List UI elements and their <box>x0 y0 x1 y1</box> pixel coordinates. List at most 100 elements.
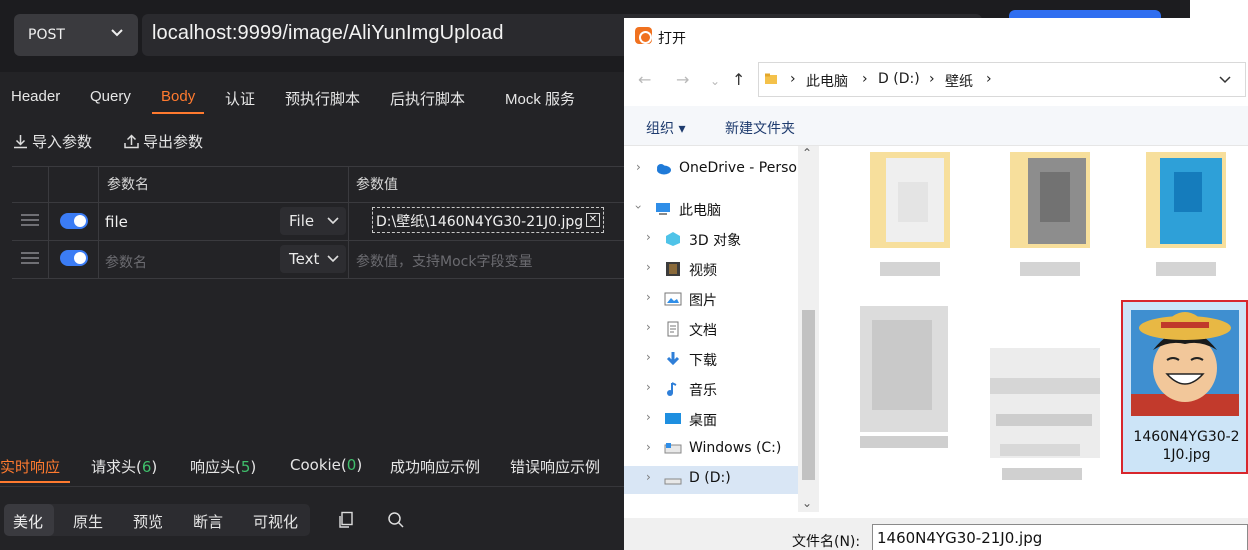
tab-error-example[interactable]: 错误响应示例 <box>510 456 600 477</box>
tab-auth[interactable]: 认证 <box>225 88 255 109</box>
drag-handle-icon[interactable] <box>21 252 39 264</box>
tree-item-label: 文档 <box>689 323 717 339</box>
new-folder-button[interactable]: 新建文件夹 <box>725 118 795 138</box>
recent-chevron-icon[interactable]: ⌄ <box>710 74 720 88</box>
breadcrumb-separator-icon: › <box>862 71 868 87</box>
tree-item-this-pc[interactable]: › 此电脑 <box>624 196 798 224</box>
drag-handle-icon[interactable] <box>21 214 39 226</box>
tab-request-headers[interactable]: 请求头(6) <box>91 456 157 477</box>
column-divider <box>48 166 49 278</box>
divider <box>0 486 624 487</box>
tree-item-drive-d[interactable]: › D (D:) <box>624 466 798 494</box>
selected-file-item[interactable]: 1460N4YG30-2 1J0.jpg <box>1121 300 1248 474</box>
param-name-input[interactable]: 参数名 <box>105 252 147 272</box>
document-icon <box>667 321 679 337</box>
expand-arrow-icon[interactable]: › <box>646 410 651 424</box>
desktop-icon <box>665 413 681 424</box>
breadcrumb-item[interactable]: D (D:) <box>878 71 920 87</box>
tree-item-pictures[interactable]: › 图片 <box>624 286 798 314</box>
column-divider <box>348 166 349 278</box>
view-pretty[interactable]: 美化 <box>13 511 43 532</box>
tab-response-headers[interactable]: 响应头(5) <box>190 456 256 477</box>
up-arrow-icon[interactable]: ↑ <box>732 70 745 89</box>
param-type-select[interactable]: Text <box>280 245 346 273</box>
tab-mock[interactable]: Mock 服务 <box>505 88 575 109</box>
tree-item-videos[interactable]: › 视频 <box>624 256 798 284</box>
scroll-down-icon[interactable]: ⌄ <box>802 496 812 510</box>
param-enable-toggle[interactable] <box>60 250 88 266</box>
tree-item-onedrive[interactable]: › OneDrive - Perso <box>624 156 798 184</box>
param-value-input[interactable]: 参数值，支持Mock字段变量 <box>356 251 532 271</box>
view-assert[interactable]: 断言 <box>193 511 223 532</box>
tree-item-label: 此电脑 <box>679 203 721 219</box>
expand-arrow-icon[interactable]: › <box>646 230 651 244</box>
window-edge <box>1190 0 1248 18</box>
tab-header[interactable]: Header <box>11 88 60 105</box>
tab-body[interactable]: Body <box>161 88 195 105</box>
tab-post-script[interactable]: 后执行脚本 <box>390 88 465 109</box>
cube-icon <box>666 232 680 246</box>
clear-file-icon[interactable]: ✕ <box>586 213 600 227</box>
tab-live-response[interactable]: 实时响应 <box>0 456 60 477</box>
param-enable-toggle[interactable] <box>60 213 88 229</box>
back-arrow-icon[interactable]: ← <box>638 70 651 89</box>
tab-label: ) <box>356 456 363 474</box>
tree-item-downloads[interactable]: › 下载 <box>624 346 798 374</box>
music-icon <box>667 382 677 396</box>
expand-arrow-icon[interactable]: › <box>646 440 651 454</box>
chevron-down-icon[interactable] <box>1218 75 1232 85</box>
view-visualize[interactable]: 可视化 <box>253 511 298 532</box>
expand-arrow-icon[interactable]: › <box>646 290 651 304</box>
tree-item-label: OneDrive - Perso <box>679 160 797 176</box>
active-tab-indicator <box>0 481 70 483</box>
tab-cookie[interactable]: Cookie(0) <box>290 456 362 474</box>
expand-arrow-icon[interactable]: › <box>636 160 641 174</box>
tree-item-3d-objects[interactable]: › 3D 对象 <box>624 226 798 254</box>
tree-item-music[interactable]: › 音乐 <box>624 376 798 404</box>
tree-item-desktop[interactable]: › 桌面 <box>624 406 798 434</box>
tab-pre-script[interactable]: 预执行脚本 <box>285 88 360 109</box>
video-icon <box>666 262 680 276</box>
tree-item-documents[interactable]: › 文档 <box>624 316 798 344</box>
expand-arrow-icon[interactable]: › <box>646 350 651 364</box>
expand-arrow-icon[interactable]: › <box>646 470 651 484</box>
dialog-title: 打开 <box>658 31 686 47</box>
search-icon[interactable] <box>387 511 405 529</box>
count-badge: 0 <box>346 456 357 474</box>
breadcrumb-item[interactable]: 壁纸 <box>945 71 973 91</box>
organize-button[interactable]: 组织 ▾ <box>646 118 685 138</box>
param-file-value[interactable]: D:\壁纸\1460N4YG30-21J0.jpg ✕ <box>372 207 604 233</box>
expand-arrow-icon[interactable]: › <box>646 320 651 334</box>
view-preview[interactable]: 预览 <box>133 511 163 532</box>
copy-icon[interactable] <box>338 511 354 529</box>
tree-item-label: 3D 对象 <box>689 233 742 249</box>
filename-input[interactable]: 1460N4YG30-21J0.jpg <box>872 524 1248 550</box>
table-header-row <box>12 167 624 203</box>
breadcrumb-item[interactable]: 此电脑 <box>806 71 848 91</box>
tree-scrollbar[interactable]: ⌃ ⌄ <box>798 146 819 512</box>
view-raw[interactable]: 原生 <box>73 511 103 532</box>
tree-item-label: D (D:) <box>689 470 731 486</box>
param-name[interactable]: file <box>105 213 128 231</box>
tab-query[interactable]: Query <box>90 88 131 105</box>
url-input[interactable]: localhost:9999/image/AliYunImgUpload <box>152 22 504 45</box>
expand-arrow-icon[interactable]: › <box>646 260 651 274</box>
expand-arrow-icon[interactable]: › <box>646 380 651 394</box>
breadcrumb-separator-icon: › <box>929 71 935 87</box>
param-type-select[interactable]: File <box>280 207 346 235</box>
import-params-button[interactable]: 导入参数 <box>12 131 92 152</box>
column-header-name: 参数名 <box>107 177 149 193</box>
method-select[interactable]: POST <box>14 14 138 56</box>
column-divider <box>98 166 99 278</box>
tree-item-drive-c[interactable]: › Windows (C:) <box>624 436 798 464</box>
tab-label: ) <box>250 458 257 476</box>
collapse-arrow-icon[interactable]: › <box>631 205 645 210</box>
export-params-button[interactable]: 导出参数 <box>123 131 203 152</box>
scrollbar-thumb[interactable] <box>802 310 815 480</box>
scroll-up-icon[interactable]: ⌃ <box>802 146 812 160</box>
file-path: D:\壁纸\1460N4YG30-21J0.jpg <box>376 214 584 230</box>
tab-success-example[interactable]: 成功响应示例 <box>390 456 480 477</box>
forward-arrow-icon[interactable]: → <box>676 70 689 89</box>
tree-item-label: 音乐 <box>689 383 717 399</box>
tab-label: Cookie( <box>290 456 347 474</box>
